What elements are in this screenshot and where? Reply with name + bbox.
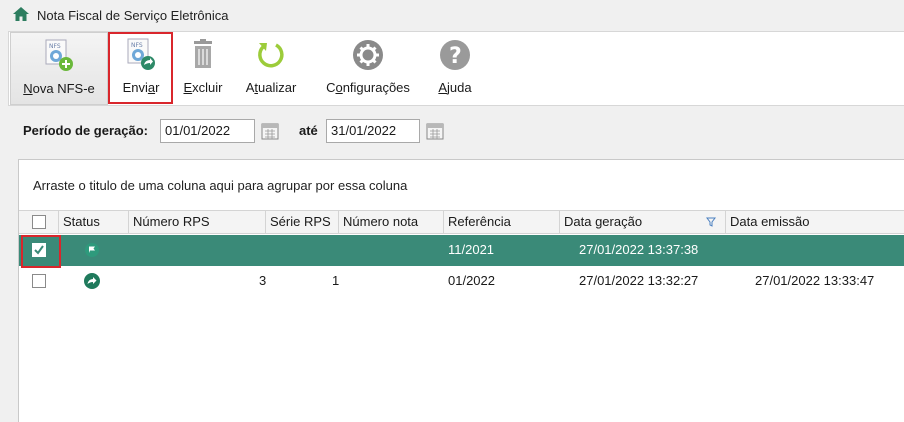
send-button[interactable]: NFS Enviar (112, 32, 170, 105)
cell-serie-rps: 1 (332, 273, 340, 288)
select-all-checkbox[interactable] (32, 215, 46, 229)
delete-button[interactable]: Excluir (176, 32, 230, 105)
header-serie-rps[interactable]: Série RPS (266, 211, 339, 234)
nfse-send-icon: NFS (124, 38, 158, 72)
window-title: Nota Fiscal de Serviço Eletrônica (37, 8, 229, 23)
header-data-geracao[interactable]: Data geração (560, 211, 726, 234)
toolbar: NFS Nova NFS-e NFS Enviar Excluir Atuali… (8, 31, 904, 106)
sent-arrow-icon (84, 273, 100, 292)
delete-label: Excluir (183, 80, 223, 95)
header-status[interactable]: Status (59, 211, 129, 234)
table-row[interactable]: 3 1 01/2022 27/01/2022 13:32:27 27/01/20… (19, 266, 904, 297)
svg-text:NFS: NFS (131, 42, 143, 49)
row-checkbox-checked[interactable] (32, 243, 46, 257)
cell-data-geracao: 27/01/2022 13:32:27 (579, 273, 699, 288)
cell-data-geracao: 27/01/2022 13:37:38 (579, 242, 699, 257)
grid-header: Status Número RPS Série RPS Número nota … (19, 210, 904, 234)
cell-referencia: 11/2021 (448, 242, 495, 257)
home-icon (12, 6, 30, 25)
group-hint-text: Arraste o titulo de uma coluna aqui para… (33, 178, 408, 193)
svg-text:?: ? (449, 44, 462, 69)
table-row[interactable]: 11/2021 27/01/2022 13:37:38 (19, 235, 904, 266)
cell-referencia: 01/2022 (448, 273, 495, 288)
row-checkbox[interactable] (32, 274, 46, 288)
cell-data-emissao: 27/01/2022 13:33:47 (755, 273, 875, 288)
header-numero-rps[interactable]: Número RPS (129, 211, 266, 234)
start-date-field[interactable]: 01/01/2022 (160, 119, 255, 143)
start-calendar-icon[interactable] (259, 120, 281, 142)
header-referencia[interactable]: Referência (444, 211, 560, 234)
new-nfse-label: Nova NFS-e (23, 81, 95, 96)
header-data-geracao-label: Data geração (564, 214, 643, 229)
filter-bar: Período de geração: 01/01/2022 até 31/01… (8, 106, 904, 156)
nfse-new-icon: NFS (42, 39, 76, 73)
trash-icon (186, 38, 220, 72)
end-date-field[interactable]: 31/01/2022 (326, 119, 420, 143)
filter-icon[interactable] (706, 215, 716, 230)
refresh-button[interactable]: Atualizar (237, 32, 305, 105)
until-label: até (299, 123, 318, 138)
period-label: Período de geração: (23, 123, 148, 138)
send-label: Enviar (122, 80, 160, 95)
header-select-all[interactable] (19, 211, 59, 234)
new-nfse-button[interactable]: NFS Nova NFS-e (10, 32, 108, 105)
end-calendar-icon[interactable] (424, 120, 446, 142)
refresh-label: Atualizar (245, 80, 297, 95)
refresh-icon (254, 38, 288, 72)
group-by-area[interactable]: Arraste o titulo de uma coluna aqui para… (19, 160, 904, 210)
settings-button[interactable]: Configurações (315, 32, 421, 105)
cell-numero-rps: 3 (259, 273, 267, 288)
flag-icon (85, 243, 99, 260)
header-data-emissao[interactable]: Data emissão (726, 211, 904, 234)
settings-label: Configurações (326, 80, 410, 95)
help-label: Ajuda (438, 80, 472, 95)
help-icon: ? (438, 38, 472, 72)
header-numero-nota[interactable]: Número nota (339, 211, 444, 234)
title-bar: Nota Fiscal de Serviço Eletrônica (0, 0, 904, 31)
help-button[interactable]: ? Ajuda (429, 32, 481, 105)
data-grid: Arraste o titulo de uma coluna aqui para… (18, 159, 904, 422)
gear-icon (351, 38, 385, 72)
svg-text:NFS: NFS (49, 43, 61, 50)
